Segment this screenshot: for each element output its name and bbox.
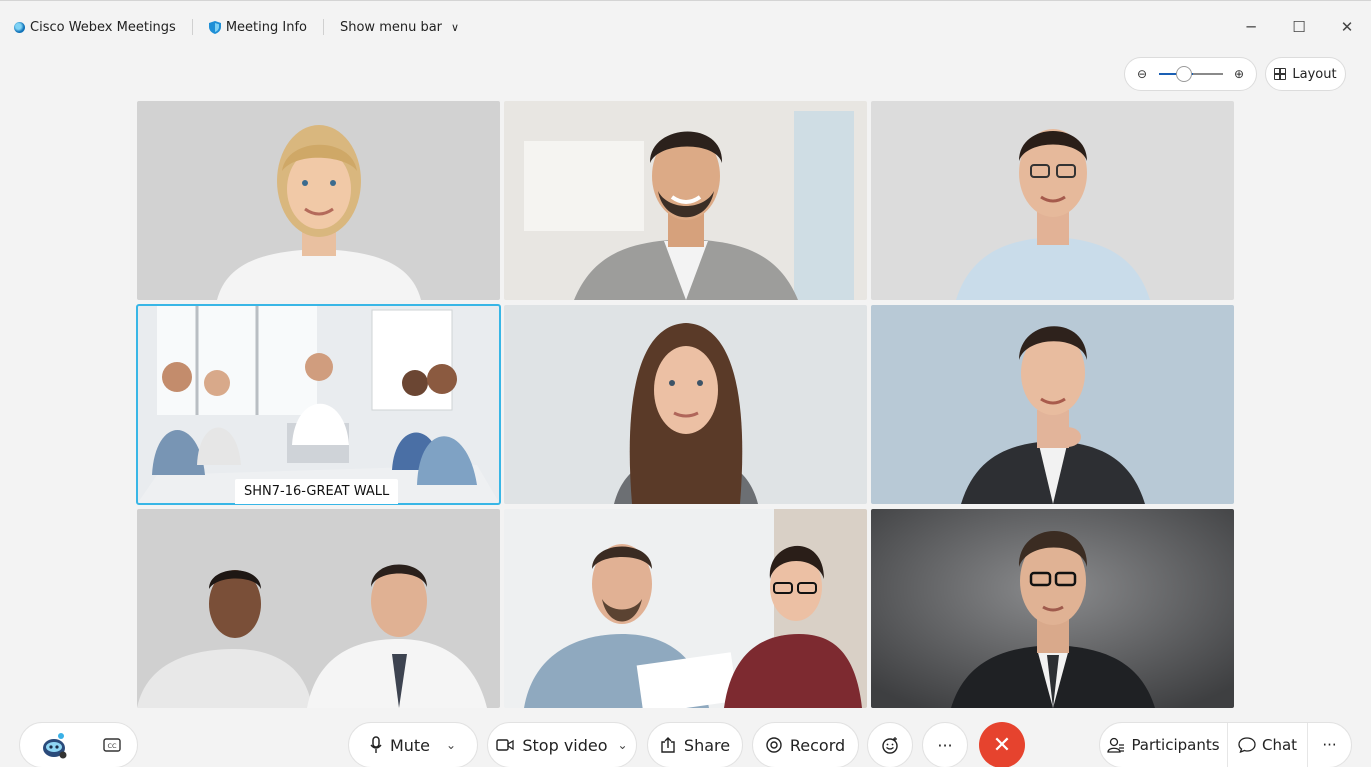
svg-text:CC: CC [107,742,117,750]
more-options-label: ··· [937,735,953,755]
participant-video [504,305,867,504]
zoom-out-icon[interactable]: ⊖ [1137,67,1147,81]
participant-video [871,305,1234,504]
participant-video [871,509,1234,708]
app-name: Cisco Webex Meetings [30,19,176,35]
record-label: Record [789,735,846,755]
maximize-button[interactable]: ☐ [1275,1,1323,53]
participants-label: Participants [1131,736,1220,754]
participant-video [137,101,500,300]
microphone-icon [370,736,382,753]
video-tile[interactable] [137,509,500,708]
zoom-in-icon[interactable]: ⊕ [1234,67,1244,81]
divider [322,19,324,35]
share-button[interactable]: Share [647,722,743,767]
share-icon [661,737,675,753]
video-tile[interactable] [871,509,1234,708]
app-title: Cisco Webex Meetings [14,20,176,35]
close-icon: ✕ [992,732,1012,758]
close-window-button[interactable]: ✕ [1323,1,1371,53]
meeting-info-button[interactable]: Meeting Info [208,19,307,35]
divider [191,19,193,35]
overflow-label: ··· [1322,736,1337,754]
chevron-down-icon: ∨ [451,20,460,34]
mute-button[interactable]: Mute ⌄ [348,722,478,767]
video-tile[interactable] [871,305,1234,504]
reactions-button[interactable] [867,722,913,767]
closed-captions-button[interactable]: CC [88,723,136,767]
chat-label: Chat [1261,736,1298,754]
emoji-reaction-icon [882,737,898,754]
webex-logo-icon [14,21,25,33]
participants-button[interactable]: Participants [1100,723,1228,767]
video-tile[interactable] [504,305,867,504]
webex-assistant-button[interactable] [20,723,88,767]
closed-captions-icon: CC [103,738,121,752]
mute-label: Mute [389,735,430,755]
layout-label: Layout [1292,66,1337,82]
participant-video [137,509,500,708]
video-tile[interactable] [137,101,500,300]
video-camera-icon [496,739,515,751]
stop-video-button[interactable]: Stop video ⌄ [487,722,637,767]
share-label: Share [683,735,731,755]
overflow-menu-button[interactable]: ··· [1308,723,1351,767]
participant-video [871,101,1234,300]
show-menu-bar-button[interactable]: Show menu bar ∨ [340,20,459,35]
participant-video [137,305,500,504]
window-controls: ─ ☐ ✕ [1227,1,1371,53]
stop-video-label: Stop video [522,735,608,755]
chat-button[interactable]: Chat [1228,723,1308,767]
mute-options-chevron-icon[interactable]: ⌄ [446,738,456,752]
record-button[interactable]: Record [752,722,859,767]
show-menu-bar-label: Show menu bar [339,19,443,35]
zoom-slider[interactable] [1158,66,1223,82]
chat-bubble-icon [1238,737,1256,753]
video-tile[interactable] [504,509,867,708]
video-tile[interactable] [504,101,867,300]
video-tile-active-speaker[interactable]: SHN7-16-GREAT WALL [136,304,501,505]
zoom-slider-thumb[interactable] [1176,66,1193,82]
video-tile[interactable] [871,101,1234,300]
video-options-chevron-icon[interactable]: ⌄ [618,738,628,752]
title-bar: Cisco Webex Meetings Meeting Info Show m… [0,1,1371,53]
participants-icon [1107,737,1125,753]
end-meeting-button[interactable]: ✕ [979,722,1025,767]
shield-icon [208,20,221,34]
grid-icon [1274,68,1287,80]
participant-video [504,101,867,300]
record-icon [766,737,782,753]
meeting-info-label: Meeting Info [225,19,307,35]
right-tools: Participants Chat ··· [1099,722,1352,767]
minimize-button[interactable]: ─ [1227,1,1275,53]
left-tools: CC [19,722,138,767]
participant-name-tag: SHN7-16-GREAT WALL [235,479,399,504]
participant-video [504,509,867,708]
more-options-button[interactable]: ··· [922,722,968,767]
assistant-bot-icon [43,733,67,759]
layout-button[interactable]: Layout [1265,57,1346,91]
zoom-control: ⊖ ⊕ [1124,57,1257,91]
